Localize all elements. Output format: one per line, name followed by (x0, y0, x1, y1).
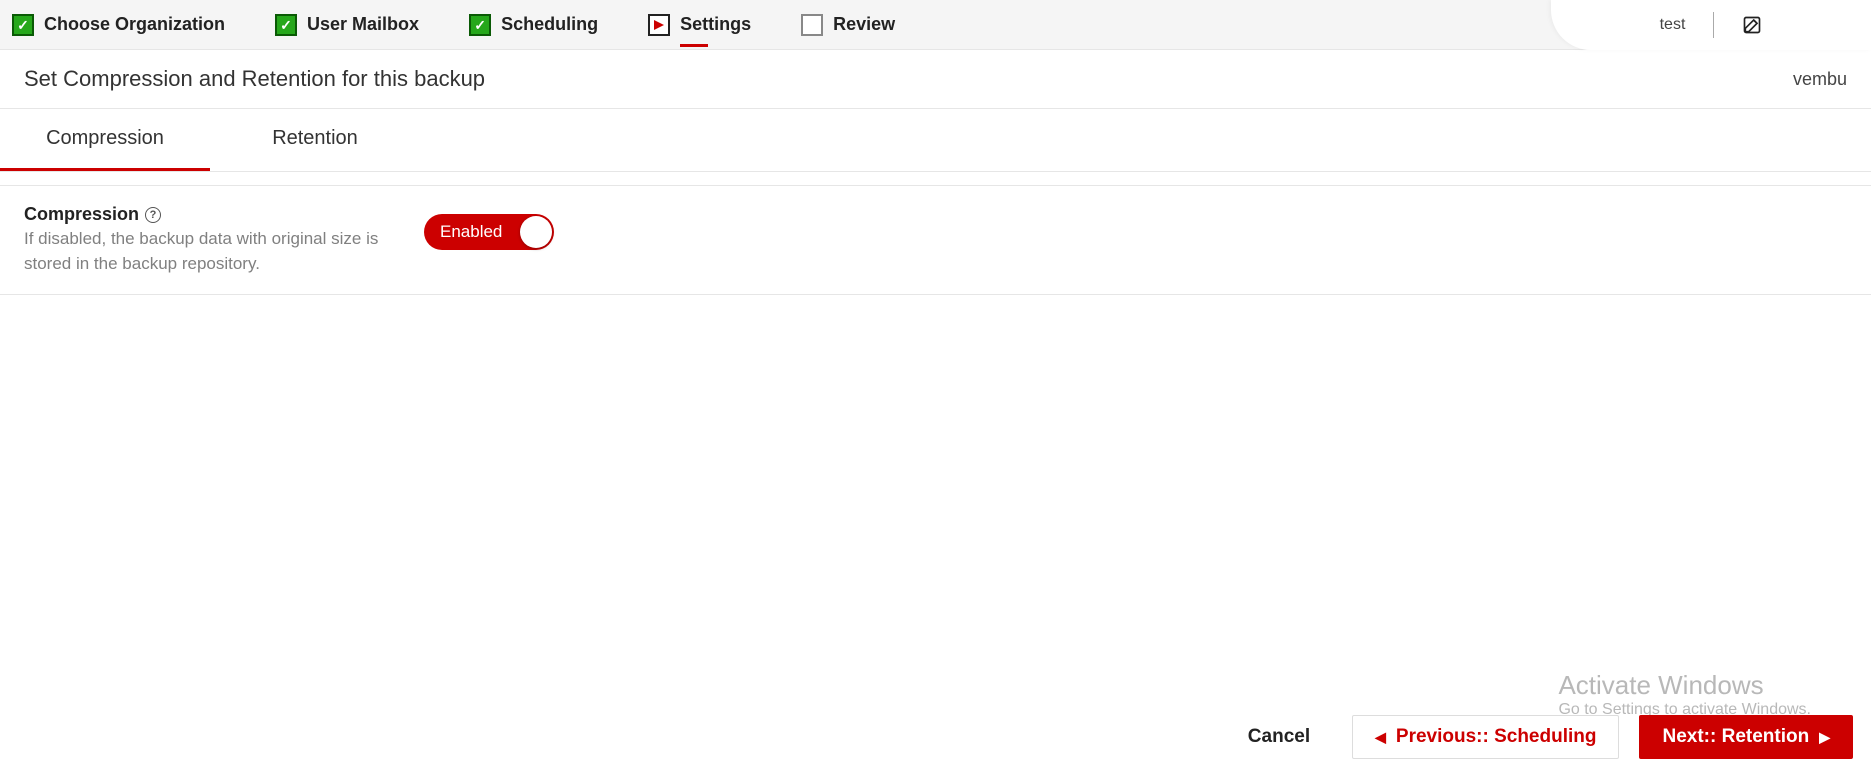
windows-watermark: Activate Windows Go to Settings to activ… (1558, 670, 1811, 719)
footer-buttons: Cancel ◀ Previous:: Scheduling Next:: Re… (1226, 715, 1853, 759)
wizard-step-user-mailbox[interactable]: ✓ User Mailbox (275, 14, 419, 36)
tab-retention[interactable]: Retention (210, 109, 420, 171)
compression-title-row: Compression ? (24, 204, 424, 225)
wizard-step-label: User Mailbox (307, 14, 419, 35)
cancel-button-label: Cancel (1248, 726, 1310, 748)
wizard-step-review[interactable]: Review (801, 14, 895, 36)
toggle-label: Enabled (440, 222, 502, 242)
compression-row: Compression ? If disabled, the backup da… (0, 186, 1871, 295)
vendor-label: vembu (1793, 69, 1847, 90)
wizard-bar: ✓ Choose Organization ✓ User Mailbox ✓ S… (0, 0, 1871, 50)
wizard-step-label: Review (833, 14, 895, 35)
page-title: Set Compression and Retention for this b… (24, 66, 485, 92)
check-icon: ✓ (469, 14, 491, 36)
job-name-pill: test (1551, 0, 1871, 50)
wizard-step-label: Scheduling (501, 14, 598, 35)
caret-left-icon: ◀ (1375, 729, 1386, 746)
tab-gap (0, 172, 1871, 186)
next-button[interactable]: Next:: Retention ▶ (1639, 715, 1853, 759)
tab-compression[interactable]: Compression (0, 109, 210, 171)
wizard-step-label: Settings (680, 14, 751, 35)
compression-description: If disabled, the backup data with origin… (24, 227, 424, 276)
compression-toggle[interactable]: Enabled (424, 214, 554, 250)
wizard-step-choose-organization[interactable]: ✓ Choose Organization (12, 14, 225, 36)
compression-toggle-wrap: Enabled (424, 204, 554, 250)
play-icon (648, 14, 670, 36)
next-button-label: Next:: Retention (1662, 726, 1809, 748)
help-icon[interactable]: ? (145, 207, 161, 223)
divider (1713, 12, 1714, 38)
settings-tabs: Compression Retention (0, 109, 1871, 172)
watermark-line1: Activate Windows (1558, 670, 1811, 701)
previous-button[interactable]: ◀ Previous:: Scheduling (1352, 715, 1619, 759)
empty-box-icon (801, 14, 823, 36)
compression-title: Compression (24, 204, 139, 225)
edit-icon[interactable] (1742, 15, 1762, 35)
job-name-text: test (1660, 16, 1686, 34)
previous-button-label: Previous:: Scheduling (1396, 726, 1597, 748)
wizard-step-scheduling[interactable]: ✓ Scheduling (469, 14, 598, 36)
check-icon: ✓ (12, 14, 34, 36)
toggle-knob-icon (520, 216, 552, 248)
wizard-step-settings[interactable]: Settings (648, 14, 751, 36)
subheader: Set Compression and Retention for this b… (0, 50, 1871, 109)
cancel-button[interactable]: Cancel (1226, 715, 1332, 759)
check-icon: ✓ (275, 14, 297, 36)
wizard-step-label: Choose Organization (44, 14, 225, 35)
compression-info: Compression ? If disabled, the backup da… (24, 204, 424, 276)
caret-right-icon: ▶ (1819, 729, 1830, 746)
